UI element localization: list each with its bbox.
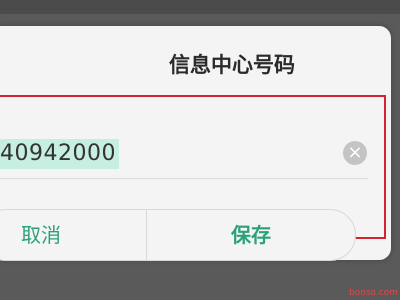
message-center-number-dialog: 信息中心号码 40942000 × 取消 保存 [0,26,391,261]
background-strip [0,0,400,14]
input-underline [0,178,368,179]
number-input[interactable]: 40942000 [0,139,119,169]
clear-icon[interactable]: × [343,141,367,165]
watermark: booso.com [349,288,398,298]
cancel-button[interactable]: 取消 [0,210,82,260]
save-button[interactable]: 保存 [147,210,355,260]
dialog-title: 信息中心号码 [169,53,295,77]
